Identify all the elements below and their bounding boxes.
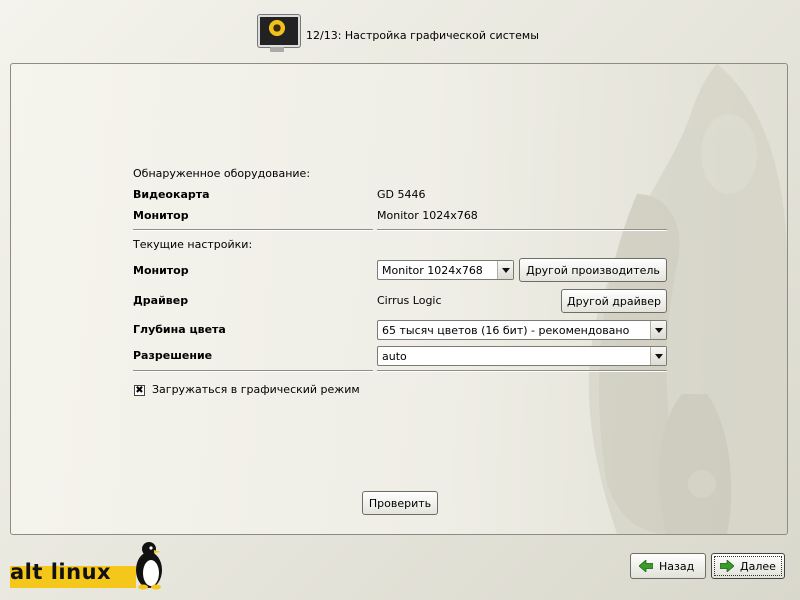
color-depth-select[interactable]: 65 тысяч цветов (16 бит) - рекомендовано [377, 320, 667, 340]
logo-text: alt linux [10, 560, 112, 584]
arrow-right-icon [720, 560, 734, 572]
monitor-select[interactable]: Monitor 1024x768 [377, 260, 514, 280]
penguin-icon [136, 542, 162, 590]
other-vendor-button[interactable]: Другой производитель [519, 258, 667, 282]
driver-value: Cirrus Logic [377, 294, 442, 307]
next-button[interactable]: Далее [711, 553, 785, 579]
alt-linux-logo: alt linux [10, 540, 170, 592]
videocard-label: Видеокарта [133, 188, 210, 201]
header: 12/13: Настройка графической системы [256, 13, 539, 55]
color-depth-label: Глубина цвета [133, 323, 226, 336]
test-button[interactable]: Проверить [362, 491, 438, 515]
resolution-select[interactable]: auto [377, 346, 667, 366]
divider [133, 229, 373, 231]
driver-label: Драйвер [133, 294, 189, 307]
main-panel: Обнаруженное оборудование: Видеокарта GD… [10, 63, 788, 535]
videocard-value: GD 5446 [377, 188, 426, 201]
detected-monitor-label: Монитор [133, 209, 189, 222]
check-mark-icon: ✖ [135, 384, 144, 396]
boot-graphic-checkbox[interactable]: ✖ [134, 385, 145, 396]
detected-monitor-value: Monitor 1024x768 [377, 209, 478, 222]
other-driver-button[interactable]: Другой драйвер [561, 289, 667, 313]
divider [377, 229, 667, 231]
chevron-down-icon [650, 347, 666, 365]
detected-heading: Обнаруженное оборудование: [133, 167, 311, 180]
current-heading: Текущие настройки: [133, 238, 253, 251]
back-button[interactable]: Назад [630, 553, 706, 579]
resolution-label: Разрешение [133, 349, 213, 362]
divider [377, 370, 667, 372]
boot-graphic-label: Загружаться в графический режим [152, 383, 360, 396]
chevron-down-icon [650, 321, 666, 339]
monitor-label: Монитор [133, 264, 189, 277]
monitor-icon [256, 13, 300, 55]
divider [133, 370, 373, 372]
chevron-down-icon [497, 261, 513, 279]
page-title: 12/13: Настройка графической системы [306, 28, 539, 42]
arrow-left-icon [639, 560, 653, 572]
